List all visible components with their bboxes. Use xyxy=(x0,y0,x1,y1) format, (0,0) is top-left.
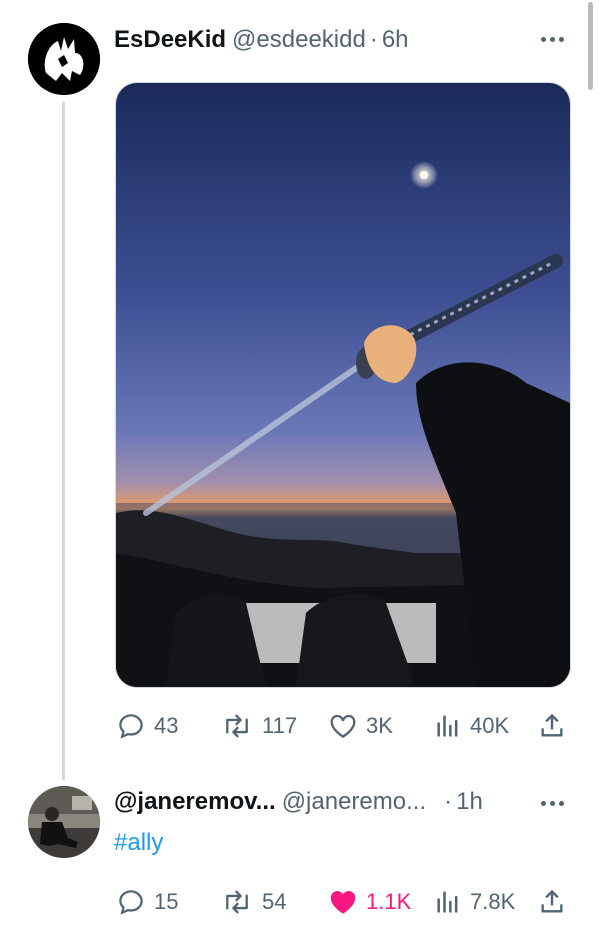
reply-view-count: 7.8K xyxy=(470,889,516,914)
reply-count: 43 xyxy=(154,713,179,738)
reply-hashtag[interactable]: #ally xyxy=(114,829,163,857)
thread-line xyxy=(62,102,65,780)
views-button[interactable]: 40K xyxy=(434,706,509,746)
reply-views-button[interactable]: 7.8K xyxy=(434,882,515,922)
reply-repost-count: 54 xyxy=(262,889,287,914)
reply-handle[interactable]: @janeremo... xyxy=(282,788,426,816)
avatar-photo-icon xyxy=(28,786,100,858)
view-count: 40K xyxy=(470,713,510,738)
reply-repost-button[interactable]: 54 xyxy=(220,882,286,922)
separator: · xyxy=(369,26,378,53)
reply-timestamp[interactable]: 1h xyxy=(456,788,483,816)
repost-button[interactable]: 117 xyxy=(220,706,297,746)
reply-separator: · xyxy=(444,788,453,815)
like-icon xyxy=(330,714,356,738)
reply-icon xyxy=(119,714,143,739)
repost-icon xyxy=(226,714,248,738)
share-icon xyxy=(541,714,563,737)
reply-like-button[interactable]: 1.1K xyxy=(328,882,411,922)
reply-button[interactable]: 43 xyxy=(116,706,178,746)
reply-display-name[interactable]: @janeremov... xyxy=(114,788,276,816)
like-button[interactable]: 3K xyxy=(328,706,393,746)
reply-reply-count: 15 xyxy=(154,889,179,914)
repost-icon xyxy=(226,890,248,914)
handle[interactable]: @esdeekidd xyxy=(232,26,366,54)
reply-actions: 15 54 1.1K 7.8K xyxy=(114,882,570,922)
reply-icon xyxy=(119,890,143,915)
reply-more-icon[interactable] xyxy=(537,790,567,816)
avatar[interactable] xyxy=(28,23,100,95)
night-sky-sword-photo xyxy=(116,83,570,687)
share-button[interactable] xyxy=(538,706,566,746)
repost-count: 117 xyxy=(262,713,298,738)
reply-header: @janeremov... @janeremo... · 1h xyxy=(114,788,483,816)
more-icon[interactable] xyxy=(537,26,567,52)
reply-avatar[interactable] xyxy=(28,786,100,858)
tweet-header: EsDeeKid @esdeekidd · 6h xyxy=(114,24,409,56)
avatar-logo-icon xyxy=(28,23,100,95)
scrollbar[interactable] xyxy=(588,2,593,90)
views-icon xyxy=(437,891,458,913)
tweet-actions: 43 117 3K 40K xyxy=(114,706,570,746)
views-icon xyxy=(437,715,458,737)
reply-reply-button[interactable]: 15 xyxy=(116,882,178,922)
like-icon xyxy=(330,891,356,914)
timestamp[interactable]: 6h xyxy=(382,26,409,54)
reply-share-button[interactable] xyxy=(538,882,566,922)
share-icon xyxy=(541,890,563,913)
reply-like-count: 1.1K xyxy=(366,889,412,914)
display-name[interactable]: EsDeeKid xyxy=(114,26,226,54)
tweet-image[interactable] xyxy=(115,82,571,688)
like-count: 3K xyxy=(366,713,393,738)
